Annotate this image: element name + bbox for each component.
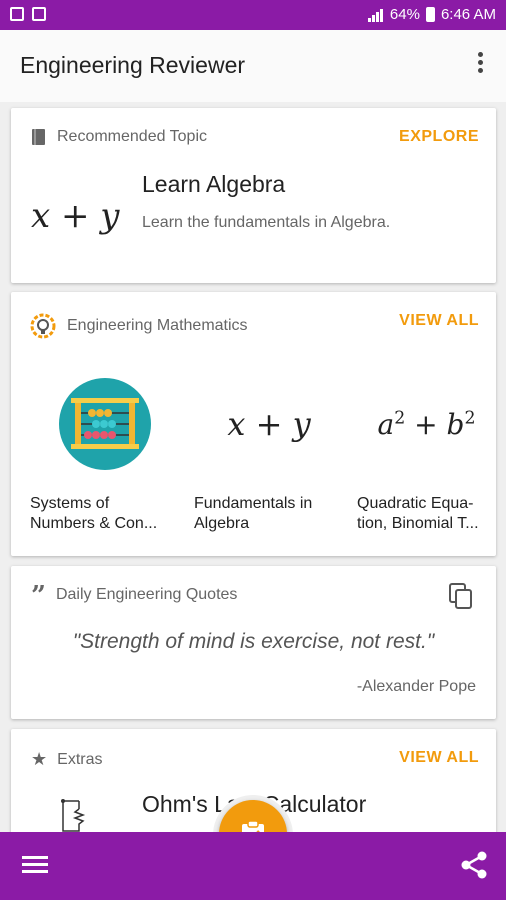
quote-author: -Alexander Pope xyxy=(356,678,476,695)
topic-item-line1: Fundamentals in xyxy=(194,495,313,512)
formula-graphic: x + y xyxy=(31,196,120,236)
book-icon xyxy=(32,129,45,145)
card-header-label: Daily Engineering Quotes xyxy=(55,586,238,603)
quote-icon: ” xyxy=(31,581,46,611)
status-bar: 64% 6:46 AM xyxy=(0,0,506,30)
topic-item-line1: Quadratic Equa- xyxy=(357,495,474,512)
circuit-icon xyxy=(61,799,86,832)
topic-item[interactable]: a2 + b2 Quadratic Equa- tion, Binomial T… xyxy=(357,374,496,534)
topic-title: Learn Algebra xyxy=(142,171,286,197)
battery-percent: 64% xyxy=(389,6,420,23)
engineering-mathematics-card: Engineering Mathematics VIEW ALL Systems… xyxy=(11,292,496,556)
topic-item-line2: tion, Binomial T... xyxy=(357,515,479,532)
card-header-label: Extras xyxy=(57,750,103,768)
quote-text: "Strength of mind is exercise, not rest.… xyxy=(72,630,435,653)
clock: 6:46 AM xyxy=(440,6,496,23)
topic-item-line1: Systems of xyxy=(30,495,110,512)
more-options-icon[interactable] xyxy=(478,52,484,76)
view-all-button[interactable]: VIEW ALL xyxy=(399,749,479,767)
recommended-topic-card[interactable]: Recommended Topic EXPLORE x + y Learn Al… xyxy=(11,108,496,283)
battery-icon xyxy=(425,7,435,22)
share-icon[interactable] xyxy=(460,850,488,880)
formula-graphic: a2 + b2 xyxy=(377,407,476,441)
facebook-icon xyxy=(10,7,24,21)
signal-icon xyxy=(367,8,384,22)
card-header-label: Engineering Mathematics xyxy=(67,317,248,334)
topic-item-line2: Algebra xyxy=(194,515,250,532)
daily-quotes-card: ” Daily Engineering Quotes "Strength of … xyxy=(11,566,496,719)
topic-item[interactable]: x + y Fundamentals in Algebra xyxy=(194,374,344,534)
explore-button[interactable]: EXPLORE xyxy=(399,128,479,146)
copy-icon[interactable] xyxy=(448,582,474,610)
app-bar: Engineering Reviewer xyxy=(0,30,506,102)
bottom-app-bar xyxy=(0,832,506,900)
topic-item[interactable]: Systems of Numbers & Con... xyxy=(30,374,180,534)
topic-description: Learn the fundamentals in Algebra. xyxy=(142,214,391,231)
star-icon: ★ xyxy=(31,749,48,769)
app-title: Engineering Reviewer xyxy=(20,52,246,78)
flag-icon xyxy=(32,7,46,21)
view-all-button[interactable]: VIEW ALL xyxy=(399,312,479,330)
lightbulb-gear-icon xyxy=(30,313,56,339)
formula-graphic: x + y xyxy=(227,405,311,443)
abacus-icon xyxy=(59,378,151,470)
notification-icons xyxy=(10,7,46,21)
card-header-label: Recommended Topic xyxy=(57,128,208,145)
menu-icon[interactable] xyxy=(22,856,48,877)
topic-item-line2: Numbers & Con... xyxy=(30,515,158,532)
